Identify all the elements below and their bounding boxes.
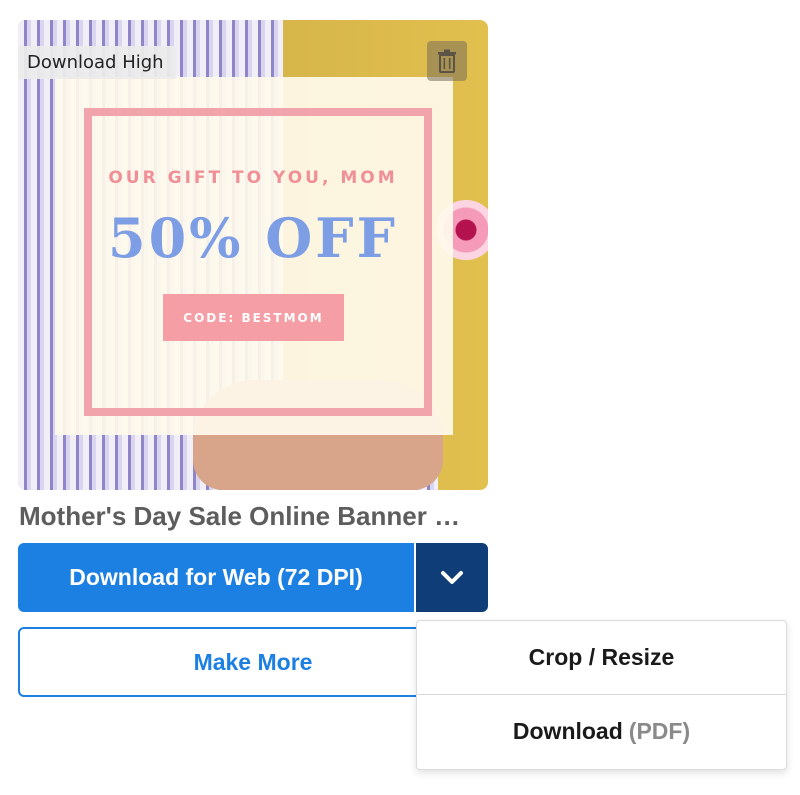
- design-card-view: OUR GIFT TO YOU, MOM 50% OFF CODE: BESTM…: [0, 0, 800, 795]
- download-options-toggle[interactable]: [416, 543, 488, 612]
- thumbnail-offer: 50% OFF: [108, 206, 398, 270]
- delete-button[interactable]: [427, 41, 467, 81]
- design-thumbnail[interactable]: OUR GIFT TO YOU, MOM 50% OFF CODE: BESTM…: [18, 20, 488, 490]
- download-dropdown-menu: Crop / Resize Download (PDF): [416, 620, 787, 770]
- download-web-button[interactable]: Download for Web (72 DPI): [18, 543, 414, 612]
- menu-item-download-pdf[interactable]: Download (PDF): [417, 694, 786, 768]
- menu-item-label: Download: [512, 718, 623, 744]
- design-title[interactable]: Mother's Day Sale Online Banner …: [19, 501, 489, 532]
- download-high-tooltip: Download High: [18, 46, 176, 79]
- thumbnail-headline: OUR GIFT TO YOU, MOM: [108, 168, 398, 188]
- chevron-down-icon: [441, 570, 463, 584]
- trash-icon: [438, 49, 456, 73]
- menu-item-label: Crop / Resize: [528, 644, 675, 670]
- menu-item-crop-resize[interactable]: Crop / Resize: [417, 621, 786, 694]
- thumbnail-code: CODE: BESTMOM: [163, 294, 344, 341]
- menu-item-format: (PDF): [628, 718, 691, 744]
